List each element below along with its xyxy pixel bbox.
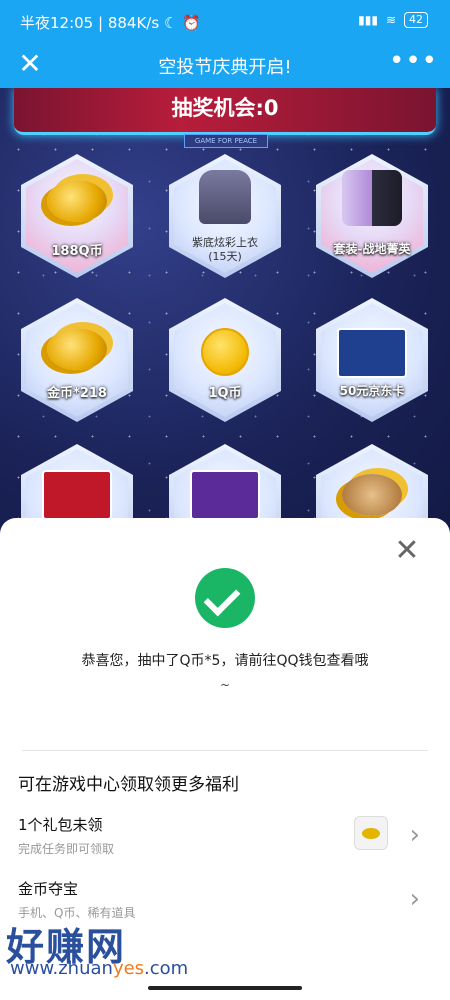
signal-icon: ▮▮▮ (358, 13, 378, 27)
banner-tag: GAME FOR PEACE (184, 134, 268, 148)
draw-chances: 抽奖机会:0 (171, 96, 279, 120)
more-options-icon[interactable]: ••• (389, 46, 438, 76)
chevron-right-icon[interactable]: › (410, 884, 420, 914)
battery-indicator: 42 (404, 12, 428, 28)
prize-label: 金币*218 (47, 386, 107, 401)
list-item-title: 金币夺宝 (18, 880, 79, 898)
status-bar: 半夜12:05 | 884K/s ☾ ⏰ ▮▮▮ ≋ 42 (0, 0, 450, 40)
status-speed: 884K/s (107, 14, 160, 32)
lottery-banner: 抽奖机会:0 (14, 88, 436, 135)
page-title: 空投节庆典开启! (158, 57, 292, 78)
jacket-icon (169, 170, 281, 228)
gift-card-icon (21, 470, 133, 524)
prize-label: 188Q币 (51, 244, 103, 259)
section-title: 可在游戏中心领取领更多福利 (18, 775, 239, 795)
status-time: 半夜12:05 (20, 14, 94, 32)
title-bar: ✕ 空投节庆典开启! ••• (0, 40, 450, 88)
status-left: 半夜12:05 | 884K/s ☾ ⏰ (20, 14, 201, 32)
gold-coins-icon (21, 328, 133, 374)
list-item-subtitle: 完成任务即可领取 (18, 842, 115, 856)
gold-coins-icon (21, 180, 133, 226)
watermark-url: www.zhuanyes.com (10, 958, 189, 979)
outfit-icon (316, 170, 428, 230)
moon-icon: ☾ (163, 14, 178, 32)
qcoin-icon (169, 328, 281, 380)
alarm-icon: ⏰ (182, 14, 201, 32)
list-item-gift-pack[interactable]: 1个礼包未领 完成任务即可领取 › (0, 814, 450, 870)
prize-label: 1Q币 (208, 386, 242, 401)
coin-stack-icon (316, 474, 428, 520)
result-message: 恭喜您，抽中了Q币*5，请前往QQ钱包查看哦 (81, 653, 369, 669)
divider (22, 750, 428, 751)
prize-label: 套装-战地菁英 (333, 242, 411, 256)
gift-card-icon (316, 328, 428, 382)
list-item-title: 1个礼包未领 (18, 816, 103, 834)
close-icon[interactable]: ✕ (392, 536, 422, 566)
success-check-icon (195, 568, 255, 628)
home-indicator[interactable] (148, 986, 302, 990)
status-right: ▮▮▮ ≋ 42 (358, 12, 428, 28)
prize-label: 50元京东卡 (339, 384, 405, 398)
gold-coin-thumbnail-icon (354, 816, 388, 850)
gift-card-icon (169, 470, 281, 524)
lottery-board: 抽奖机会:0 GAME FOR PEACE 188Q币 紫底炫彩上衣 (15天)… (0, 88, 450, 528)
result-tilde: ~ (219, 678, 231, 692)
chevron-right-icon[interactable]: › (410, 820, 420, 850)
wifi-icon: ≋ (385, 13, 396, 27)
